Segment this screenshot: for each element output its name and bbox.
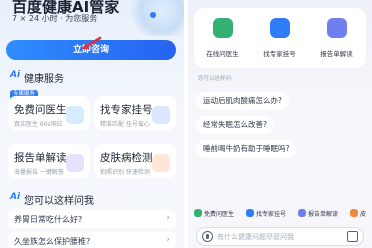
ask-hint: 您可以这样问: [198,76,233,82]
card-subtitle: 拍照识别 快速检测 [100,169,150,176]
question-text: 久坐族怎么保护腰椎? [14,237,91,246]
chip-report-read[interactable]: 报告单解读 [298,209,338,221]
quick-chips: 免费问医生 找专家挂号 报告单解读 皮 [194,209,372,221]
chip-skin[interactable]: 皮 [350,209,366,221]
card-subtitle: 海量报告 一键解答 [14,169,64,176]
service-label: 找专家挂号 [263,50,296,58]
home-panel: 百度健康AI管家 7 × 24 小时 · 为您服务 立即咨询 Ai 健康服务 专… [0,0,184,248]
hero-illustration [128,0,184,36]
service-label: 报告单解读 [320,50,353,58]
report-icon [298,209,306,217]
report-icon [327,18,347,38]
service-online-doctor[interactable]: 在线问医生 [194,8,251,68]
service-label: 在线问医生 [206,50,239,58]
services-section-title: 健康服务 [24,74,64,85]
suggested-question-bubble[interactable]: 睡前喝牛奶有助于睡眠吗? [196,140,297,158]
doctor-icon [66,106,84,124]
suggested-question-bubble[interactable]: 运动后肌肉酸痛怎么办? [196,92,289,110]
card-report-read[interactable]: 报告单解读 海量报告 一键解答 [8,144,90,178]
hero-orb-icon [150,12,156,18]
chat-input[interactable] [217,230,337,243]
chevron-right-icon: › [166,213,170,223]
service-report-read[interactable]: 报告单解读 [308,8,365,68]
skin-icon [152,154,170,172]
chip-label: 找专家挂号 [256,211,287,218]
voice-icon[interactable] [202,231,213,242]
chip-expert-register[interactable]: 找专家挂号 [246,209,286,221]
chevron-right-icon: › [166,235,170,245]
report-icon [66,154,84,172]
chip-free-doctor[interactable]: 免费问医生 [194,209,234,221]
chip-label: 免费问医生 [204,211,235,218]
register-icon [246,209,254,217]
card-title: 找专家挂号 [100,104,153,116]
suggested-question[interactable]: 养胃日常吃什么好? › [8,210,176,228]
card-subtitle: 精准匹配 挂号省心 [100,121,150,128]
chip-label: 皮 [360,211,367,218]
chip-label: 报告单解读 [308,211,339,218]
doctor-icon [213,18,233,38]
pointer-arrow-icon [82,36,102,50]
ai-logo-icon: Ai [10,192,21,202]
card-title: 皮肤病检测 [100,152,153,164]
card-free-doctor[interactable]: 免费问医生 真实医生 60s响应 [8,96,90,130]
suggested-question-bubble[interactable]: 经常失眠怎么改善? [196,116,274,134]
card-subtitle: 真实医生 60s响应 [14,121,63,128]
register-icon [152,106,170,124]
card-title: 免费问医生 [14,104,67,116]
service-shortcuts: 在线问医生 找专家挂号 报告单解读 [194,8,366,68]
question-text: 养胃日常吃什么好? [14,215,83,224]
chat-panel: 在线问医生 找专家挂号 报告单解读 您可以这样问: 运动后肌肉酸痛怎么办? 经常… [188,0,372,248]
doctor-icon [194,209,202,217]
image-upload-icon[interactable] [347,231,358,242]
app-subtitle: 7 × 24 小时 · 为您服务 [12,14,98,23]
ai-logo-icon: Ai [10,70,21,80]
service-expert-register[interactable]: 找专家挂号 [251,8,308,68]
card-expert-register[interactable]: 找专家挂号 精准匹配 挂号省心 [94,96,176,130]
chat-input-bar [196,227,364,246]
skin-icon [350,209,358,217]
suggested-question[interactable]: 久坐族怎么保护腰椎? › [8,232,176,248]
register-icon [270,18,290,38]
card-skin-check[interactable]: 皮肤病检测 拍照识别 快速检测 [94,144,176,178]
card-title: 报告单解读 [14,152,67,164]
ask-section-title: 您可以这样问我 [24,196,94,207]
